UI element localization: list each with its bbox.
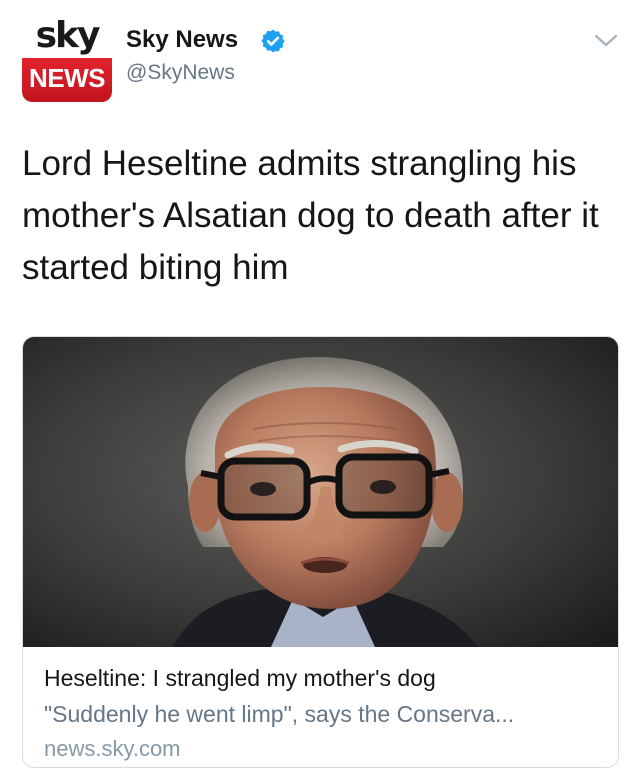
tweet: sky NEWS Sky News @SkyNews Lord Heseltin… <box>0 0 639 782</box>
tweet-text: Lord Heseltine admits strangling his mot… <box>22 144 599 287</box>
author-name[interactable]: Sky News <box>126 25 238 55</box>
avatar[interactable]: sky NEWS <box>22 18 112 102</box>
chevron-down-icon[interactable] <box>594 34 618 48</box>
avatar-logo-news-text: NEWS <box>29 63 106 93</box>
avatar-logo-sky-text: sky <box>35 18 101 56</box>
card-image[interactable] <box>23 337 618 647</box>
avatar-logo-bottom: NEWS <box>22 58 112 102</box>
card-body[interactable]: Heseltine: I strangled my mother's dog "… <box>23 647 618 767</box>
card-title: Heseltine: I strangled my mother's dog <box>44 665 436 691</box>
card-description: "Suddenly he went limp", says the Conser… <box>44 701 515 727</box>
card-domain: news.sky.com <box>44 736 181 761</box>
avatar-logo-top: sky <box>22 18 112 58</box>
author-handle[interactable]: @SkyNews <box>126 60 235 86</box>
verified-badge-icon <box>261 29 285 53</box>
link-card[interactable]: Heseltine: I strangled my mother's dog "… <box>22 336 619 768</box>
